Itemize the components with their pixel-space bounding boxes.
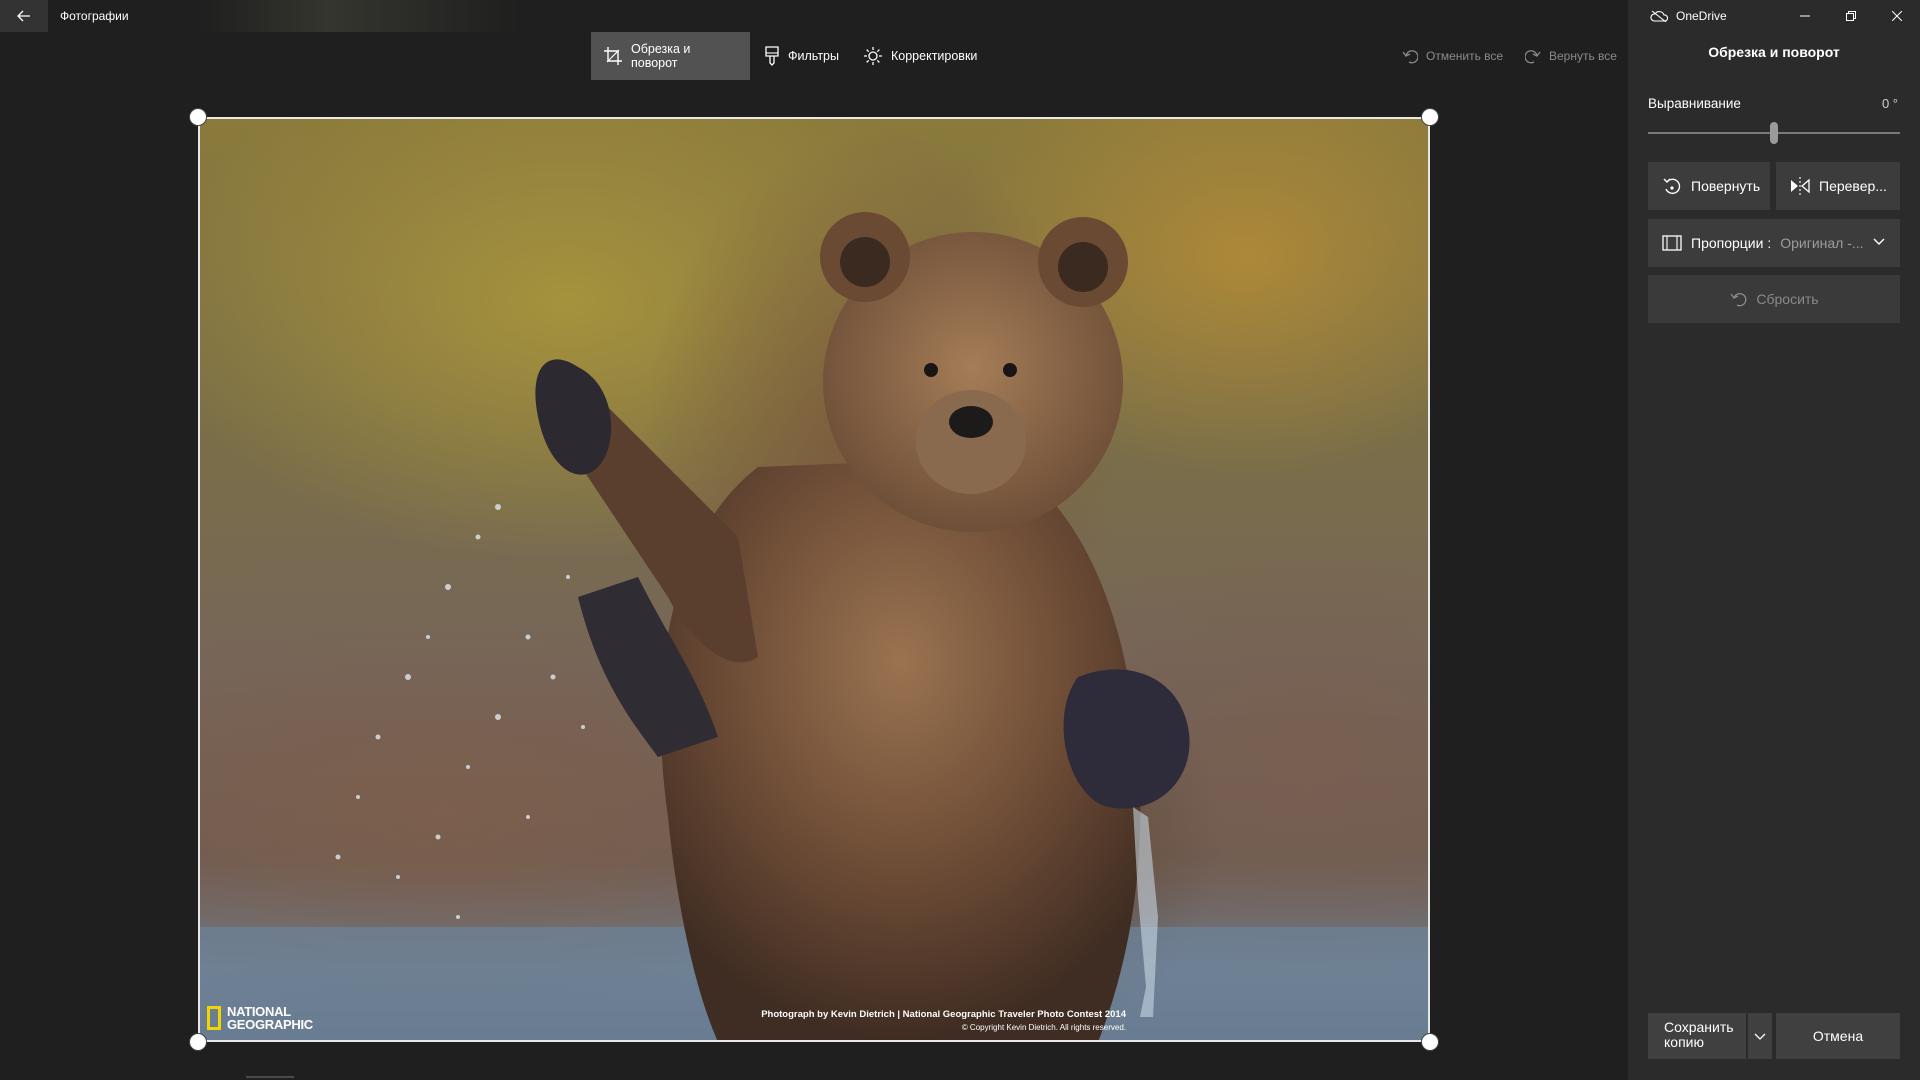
straighten-value: 0 ° [1881, 96, 1898, 111]
flip-button[interactable]: Перевер... [1776, 162, 1900, 210]
reset-label: Сбросить [1756, 291, 1819, 307]
close-icon [1892, 11, 1902, 21]
crop-icon [604, 47, 622, 65]
back-arrow-icon [17, 10, 30, 22]
onedrive-label: OneDrive [1676, 9, 1727, 23]
national-geographic-logo: NATIONAL GEOGRAPHIC [207, 1005, 313, 1031]
panel-title-bar: OneDrive [1628, 0, 1920, 32]
tab-filters-label: Фильтры [788, 49, 839, 63]
back-button[interactable] [0, 0, 48, 32]
undo-icon [1402, 50, 1418, 64]
aspect-ratio-icon [1662, 235, 1682, 251]
onedrive-status[interactable]: OneDrive [1650, 0, 1727, 32]
crop-frame[interactable] [198, 117, 1430, 1042]
crop-handle-top-left[interactable] [189, 108, 207, 126]
aspect-ratio-value: Оригинал -... [1780, 235, 1864, 251]
tab-adjustments-label: Корректировки [891, 49, 978, 63]
photo-credit: Photograph by Kevin Dietrich | National … [761, 1009, 1126, 1032]
straighten-slider-thumb[interactable] [1770, 122, 1778, 144]
cancel-button[interactable]: Отмена [1776, 1013, 1900, 1059]
aspect-ratio-label: Пропорции : [1691, 235, 1772, 251]
rotate-label: Повернуть [1691, 178, 1761, 194]
rotate-icon [1663, 178, 1681, 195]
crop-rotate-panel: OneDrive Обрезка и поворот Выравнивание … [1628, 0, 1920, 1080]
minimize-button[interactable] [1782, 0, 1828, 32]
aspect-ratio-dropdown[interactable]: Пропорции : Оригинал -... [1648, 219, 1900, 267]
edit-toolbar: Обрезка и поворот Фильтры Корректировки … [0, 32, 1628, 80]
save-options-dropdown[interactable] [1748, 1013, 1772, 1059]
redo-all-label: Вернуть все [1549, 49, 1617, 63]
scroll-indicator[interactable] [246, 1076, 294, 1078]
panel-title: Обрезка и поворот [1708, 44, 1840, 60]
flip-icon [1791, 177, 1810, 195]
chevron-down-icon [1754, 1033, 1766, 1040]
sun-icon [864, 47, 882, 65]
photo-credit-line2: © Copyright Kevin Dietrich. All rights r… [961, 1023, 1126, 1032]
minimize-icon [1800, 15, 1810, 17]
crop-handle-bottom-right[interactable] [1421, 1033, 1439, 1051]
ng-logo-text: NATIONAL GEOGRAPHIC [227, 1004, 313, 1032]
tab-filters[interactable]: Фильтры [752, 32, 851, 80]
photos-editor: Фотографии Обрезка и поворот Фильтры Кор… [0, 0, 1628, 1080]
onedrive-icon [1650, 10, 1668, 22]
ng-yellow-border-icon [207, 1006, 221, 1030]
restore-icon [1846, 11, 1856, 21]
filter-icon [765, 46, 779, 66]
flip-label: Перевер... [1819, 178, 1887, 194]
tab-adjustments[interactable]: Корректировки [851, 32, 989, 80]
rotate-button[interactable]: Повернуть [1648, 162, 1770, 210]
redo-icon [1525, 50, 1541, 64]
crop-handle-bottom-left[interactable] [189, 1033, 207, 1051]
straighten-label: Выравнивание [1648, 96, 1741, 111]
save-copy-button[interactable]: Сохранить копию [1648, 1013, 1746, 1059]
app-title: Фотографии [60, 9, 129, 23]
reset-button[interactable]: Сбросить [1648, 275, 1900, 323]
photo-credit-line1: Photograph by Kevin Dietrich | National … [761, 1009, 1126, 1020]
reset-icon [1730, 293, 1747, 307]
close-button[interactable] [1874, 0, 1920, 32]
crop-handle-top-right[interactable] [1421, 108, 1439, 126]
title-bar: Фотографии [0, 0, 1628, 32]
chevron-down-icon [1873, 238, 1885, 245]
redo-all-button[interactable]: Вернуть все [1525, 32, 1617, 80]
restore-button[interactable] [1828, 0, 1874, 32]
undo-all-label: Отменить все [1426, 49, 1504, 63]
title-bar-backdrop [200, 0, 520, 32]
tab-crop-rotate[interactable]: Обрезка и поворот [591, 32, 750, 80]
tab-crop-rotate-label: Обрезка и поворот [631, 42, 691, 70]
undo-all-button[interactable]: Отменить все [1402, 32, 1503, 80]
